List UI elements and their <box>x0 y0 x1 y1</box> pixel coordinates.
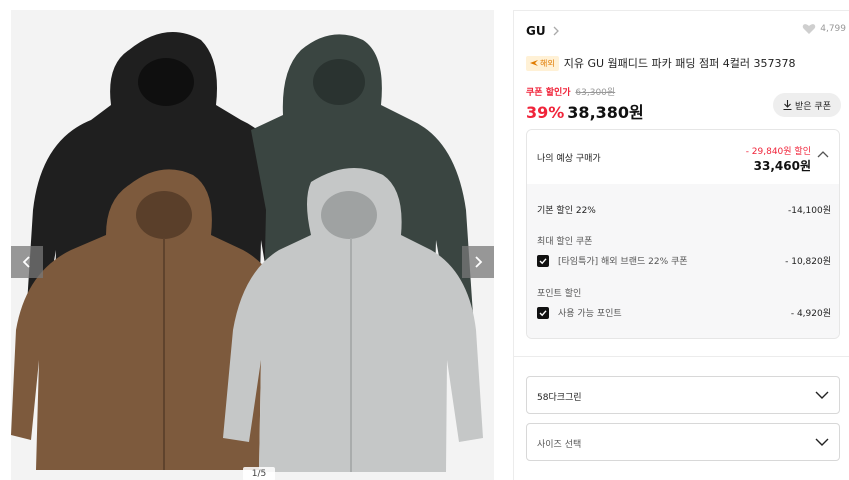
size-select-placeholder: 사이즈 선택 <box>537 440 582 450</box>
brand-link[interactable]: GU <box>526 24 546 38</box>
price-row: 39% 38,380원 <box>526 99 644 123</box>
like-count: 4,799 <box>820 24 846 34</box>
expected-price-box: 나의 예상 구매가 - 29,840원 할인 33,460원 기본 할인 22%… <box>526 129 840 339</box>
base-discount-label: 기본 할인 22% <box>537 206 596 216</box>
check-icon <box>539 257 547 264</box>
discount-rate: 39% <box>526 103 565 122</box>
coupon-section-row: 최대 할인 쿠폰 <box>537 234 831 247</box>
point-checkbox[interactable] <box>537 306 549 319</box>
brand-row: GU 4,799 <box>526 21 846 41</box>
chevron-up-icon <box>817 151 829 158</box>
coupon-item-label: [타임특가] 해외 브랜드 22% 쿠폰 <box>558 257 688 267</box>
prev-image-button[interactable] <box>11 246 43 278</box>
sale-price: 38,380원 <box>567 103 644 122</box>
coupon-price-row: 쿠폰 할인가 63,300원 <box>526 85 615 98</box>
received-coupon-button[interactable]: 받은 쿠폰 <box>773 93 841 117</box>
heart-icon <box>802 24 816 34</box>
product-info-panel: GU 4,799 해외 지유 GU 웜패디드 파카 패딩 점퍼 4컬러 3573… <box>513 10 849 480</box>
chevron-left-icon <box>22 256 30 268</box>
expected-price-label: 나의 예상 구매가 <box>537 154 601 164</box>
chevron-down-icon <box>815 391 829 399</box>
size-select[interactable]: 사이즈 선택 <box>526 423 840 461</box>
image-page-indicator: 1/5 <box>243 467 275 480</box>
chevron-right-icon <box>553 26 559 36</box>
coupon-section-title: 최대 할인 쿠폰 <box>537 237 593 247</box>
point-item-row[interactable]: 사용 가능 포인트 - 4,920원 <box>537 306 831 319</box>
expected-saving: - 29,840원 할인 <box>745 147 811 157</box>
chevron-down-icon <box>815 438 829 446</box>
check-icon <box>539 309 547 316</box>
expected-price: 33,460원 <box>753 159 811 173</box>
point-section-row: 포인트 할인 <box>537 286 831 299</box>
like-button[interactable]: 4,799 <box>802 23 846 35</box>
discount-breakdown: 기본 할인 22% -14,100원 최대 할인 쿠폰 [타임특가] 해외 브랜… <box>527 184 839 338</box>
base-discount-row: 기본 할인 22% -14,100원 <box>537 203 831 216</box>
coupon-checkbox[interactable] <box>537 254 549 267</box>
coupon-price-label: 쿠폰 할인가 <box>526 88 571 98</box>
original-price: 63,300원 <box>575 88 616 98</box>
coupon-item-row[interactable]: [타임특가] 해외 브랜드 22% 쿠폰 - 10,820원 <box>537 254 831 267</box>
chevron-right-icon <box>475 256 483 268</box>
overseas-badge-label: 해외 <box>540 58 555 68</box>
expected-price-header[interactable]: 나의 예상 구매가 - 29,840원 할인 33,460원 <box>527 130 839 184</box>
product-image <box>11 32 483 472</box>
product-image-gallery[interactable]: 1/5 <box>11 10 494 480</box>
coupon-item-amount: - 10,820원 <box>785 257 831 267</box>
divider <box>514 356 849 357</box>
point-item-amount: - 4,920원 <box>790 309 831 319</box>
airplane-icon <box>530 60 538 66</box>
color-select-value: 58다크그린 <box>537 393 582 403</box>
color-select[interactable]: 58다크그린 <box>526 376 840 414</box>
product-title: 지유 GU 웜패디드 파카 패딩 점퍼 4컬러 357378 <box>563 57 796 70</box>
download-icon <box>783 100 792 110</box>
overseas-badge: 해외 <box>526 55 559 71</box>
received-coupon-label: 받은 쿠폰 <box>795 101 831 112</box>
point-section-title: 포인트 할인 <box>537 289 582 299</box>
next-image-button[interactable] <box>462 246 494 278</box>
base-discount-amount: -14,100원 <box>787 206 831 216</box>
point-item-label: 사용 가능 포인트 <box>558 309 622 319</box>
title-row: 해외 지유 GU 웜패디드 파카 패딩 점퍼 4컬러 357378 <box>526 55 846 71</box>
